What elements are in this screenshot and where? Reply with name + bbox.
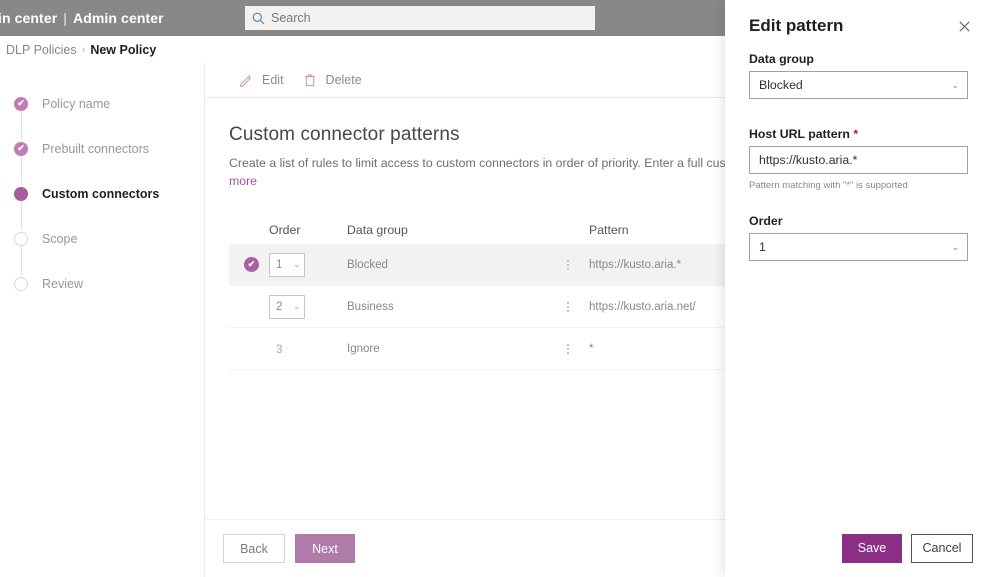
sidebar-item-scope[interactable]: Scope	[0, 216, 204, 275]
row-more-menu[interactable]	[547, 259, 589, 270]
row-data-group-cell: Business	[347, 300, 394, 313]
check-glyph: ✔	[17, 143, 25, 153]
sidebar-item-review[interactable]: Review	[0, 261, 204, 306]
order-dropdown-value: 2	[276, 300, 283, 313]
row-more-menu[interactable]	[547, 343, 589, 354]
next-button[interactable]: Next	[295, 534, 355, 563]
brand-divider: |	[63, 10, 68, 26]
order-dropdown[interactable]: 2 ⌄	[269, 294, 305, 319]
order-dropdown-panel[interactable]: 1 ⌄	[749, 233, 968, 261]
data-group-field: Data group Blocked ⌄	[749, 52, 968, 99]
step-status-active-icon	[14, 186, 28, 201]
host-url-field: Host URL pattern * Pattern matching with…	[749, 127, 968, 192]
sidebar-item-label: Review	[42, 276, 83, 291]
breadcrumb-separator-icon: ›	[81, 43, 86, 56]
row-data-group-cell: Blocked	[347, 258, 388, 271]
cancel-button[interactable]: Cancel	[911, 533, 973, 563]
close-icon[interactable]	[950, 12, 978, 40]
wizard-step-nav: ✔ Policy name ✔ Prebuilt connectors Cust…	[0, 63, 205, 577]
data-group-label: Data group	[749, 52, 814, 66]
sidebar-item-label: Policy name	[42, 96, 111, 111]
panel-title: Edit pattern	[749, 16, 844, 35]
chevron-down-icon: ⌄	[293, 259, 300, 269]
search-icon	[245, 6, 271, 30]
row-select-checkbox[interactable]: ✔	[229, 257, 269, 272]
step-status-done-icon: ✔	[14, 96, 28, 111]
back-button[interactable]: Back	[223, 534, 285, 563]
order-label: Order	[749, 214, 783, 228]
step-connector-line	[20, 155, 22, 185]
sidebar-item-label: Custom connectors	[42, 186, 160, 201]
step-connector-line	[20, 110, 22, 140]
row-data-group-cell: Ignore	[347, 342, 380, 355]
sidebar-item-prebuilt-connectors[interactable]: ✔ Prebuilt connectors	[0, 126, 204, 185]
row-selected-check-icon: ✔	[244, 257, 259, 272]
pencil-icon	[238, 72, 254, 88]
more-vertical-icon	[567, 301, 569, 312]
column-header-data-group[interactable]: Data group	[347, 223, 547, 237]
breadcrumb-current-new-policy: New Policy	[90, 42, 157, 57]
breadcrumb-item-dlp-policies[interactable]: DLP Policies	[0, 43, 77, 57]
step-status-done-icon: ✔	[14, 141, 28, 156]
column-header-order[interactable]: Order	[269, 223, 347, 237]
sidebar-item-label: Prebuilt connectors	[42, 141, 150, 156]
required-marker: *	[853, 127, 859, 141]
row-order-cell: 1 ⌄	[269, 252, 347, 277]
row-order-cell: 2 ⌄	[269, 294, 347, 319]
check-glyph: ✔	[17, 98, 25, 108]
host-url-label: Host URL pattern *	[749, 127, 968, 141]
panel-header: Edit pattern	[725, 0, 992, 52]
edit-button[interactable]: Edit	[229, 64, 293, 96]
order-static-value: 3	[276, 343, 283, 356]
sidebar-item-label: Scope	[42, 231, 78, 246]
order-dropdown[interactable]: 1 ⌄	[269, 252, 305, 277]
sidebar-item-custom-connectors[interactable]: Custom connectors	[0, 171, 204, 230]
search-box[interactable]	[245, 6, 595, 30]
more-vertical-icon	[567, 259, 569, 270]
order-dropdown-panel-value: 1	[759, 240, 766, 254]
step-connector-line	[20, 245, 22, 275]
suite-brand-right: Admin center	[73, 10, 164, 26]
more-vertical-icon	[567, 343, 569, 354]
panel-body: Data group Blocked ⌄ Host URL pattern * …	[725, 52, 992, 261]
chevron-down-icon: ⌄	[951, 241, 959, 252]
save-button[interactable]: Save	[842, 533, 902, 563]
row-more-menu[interactable]	[547, 301, 589, 312]
data-group-dropdown-value: Blocked	[759, 78, 803, 92]
data-group-dropdown[interactable]: Blocked ⌄	[749, 71, 968, 99]
order-dropdown-value: 1	[276, 258, 283, 271]
check-glyph: ✔	[247, 259, 256, 269]
edit-pattern-panel: Edit pattern Data group Blocked ⌄ Host U…	[725, 0, 992, 577]
search-input[interactable]	[271, 7, 571, 29]
chevron-down-icon: ⌄	[293, 301, 300, 311]
learn-more-link[interactable]: more	[229, 174, 257, 188]
row-order-cell: 3	[269, 340, 347, 358]
panel-actions: Save Cancel	[725, 519, 992, 577]
step-status-todo-icon	[14, 276, 28, 291]
edit-button-label: Edit	[262, 73, 284, 87]
suite-brand[interactable]: in center | Admin center	[0, 10, 164, 26]
order-field: Order 1 ⌄	[749, 214, 968, 261]
step-connector-line	[20, 200, 22, 230]
chevron-down-icon: ⌄	[951, 79, 959, 90]
suite-brand-left: in center	[0, 10, 58, 26]
delete-button[interactable]: Delete	[293, 64, 371, 96]
step-status-todo-icon	[14, 231, 28, 246]
trash-icon	[302, 72, 318, 88]
host-url-input[interactable]	[749, 146, 968, 174]
host-url-label-text: Host URL pattern	[749, 127, 850, 141]
delete-button-label: Delete	[325, 73, 362, 87]
host-url-hint: Pattern matching with "*" is supported	[749, 180, 908, 191]
sidebar-item-policy-name[interactable]: ✔ Policy name	[0, 81, 204, 140]
